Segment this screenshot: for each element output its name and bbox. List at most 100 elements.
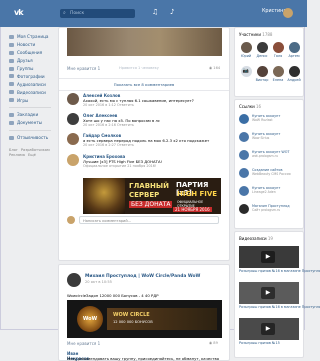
avatar[interactable] [67, 154, 79, 166]
friend-item[interactable]: Елена [271, 66, 285, 82]
video-thumbnail[interactable]: ▶ [239, 246, 299, 268]
likes-summary[interactable]: Нравится 1 человеку [119, 66, 159, 70]
avatar[interactable] [272, 42, 284, 53]
friend-item[interactable]: Денис [255, 42, 269, 58]
post-image[interactable]: WoW WOW CIRCLE 12 000 000 БОНУСОВ [67, 300, 222, 338]
comment-meta[interactable]: 20 окт 2016 в 1:12 Ответить [83, 103, 134, 107]
avatar[interactable] [67, 113, 79, 125]
link-subtitle: WebBeauty CMS Россия [252, 172, 291, 176]
video-thumbnail[interactable]: ▶ [239, 318, 299, 340]
friend-item[interactable]: Юрий [239, 42, 253, 58]
avatar[interactable] [256, 42, 268, 53]
banner-line: БЕЗ ДОНАТА [129, 201, 173, 208]
group-avatar[interactable] [239, 132, 249, 142]
link-item[interactable]: Создание сайтов WebBeauty CMS Россия [239, 168, 301, 182]
music-icon[interactable]: ♪ [170, 8, 174, 16]
friend-name[interactable]: Артем [287, 54, 301, 58]
ad-banner[interactable]: ГЛАВНЫЙ СЕРВЕР БЕЗ ДОНАТА ПАРТИЯ [x3] HI… [83, 178, 221, 214]
views-value: 89 [213, 341, 218, 345]
sidebar-item-video[interactable]: Видеозаписи [9, 88, 55, 96]
sidebar-item-news[interactable]: Новости [9, 41, 55, 49]
group-avatar[interactable] [239, 114, 249, 124]
vk-logo[interactable]: vk [14, 8, 27, 18]
block-title[interactable]: Ссылки 16 [239, 104, 261, 109]
group-avatar[interactable] [239, 150, 249, 160]
sidebar-item-audio[interactable]: Аудиозаписи [9, 80, 55, 88]
sidebar-item-home[interactable]: Моя Страница [9, 33, 55, 41]
like-button[interactable]: Мне нравится 1 [67, 341, 100, 346]
comment-input[interactable]: Написать комментарий... [79, 216, 219, 224]
footer-link[interactable]: Реклама [9, 153, 25, 158]
sidebar-item-docs[interactable]: Документы [9, 119, 55, 127]
link-item[interactable]: Купить аккаунт WOT wot.prologsm.ru [239, 150, 301, 164]
avatar[interactable] [67, 273, 81, 287]
avatar[interactable] [288, 66, 300, 77]
friend-name[interactable]: Елена [271, 78, 285, 82]
post-text: WowcircleЗадон 12000 000 Бонусов - 4 40 … [67, 293, 159, 298]
friend-name[interactable]: Галя [271, 54, 285, 58]
post-author[interactable]: Михаил Проступлод | WoW Circle/Panda WoW [85, 274, 200, 279]
avatar[interactable] [240, 42, 252, 53]
news-icon [9, 42, 14, 47]
sidebar-item-friends[interactable]: Друзья [9, 57, 55, 65]
bell-icon[interactable]: ♫ [152, 8, 158, 16]
post-time[interactable]: 20 окт в 10:55 [85, 280, 112, 284]
footer-link[interactable]: Ещё [28, 153, 36, 158]
post-card: Михаил Проступлод | WoW Circle/Panda WoW… [58, 264, 230, 361]
show-comments-button[interactable]: Показать все 8 комментариев [59, 78, 229, 91]
link-item[interactable]: Купить аккаунт Wow Sirius [239, 132, 301, 146]
avatar[interactable] [272, 66, 284, 77]
avatar[interactable] [283, 8, 293, 18]
play-icon[interactable]: ▶ [261, 323, 275, 335]
avatar[interactable] [256, 66, 268, 77]
friend-item[interactable]: 📷 [239, 66, 253, 78]
play-icon[interactable]: ▶ [261, 251, 275, 263]
friend-item[interactable]: Андрей [287, 66, 301, 82]
block-title[interactable]: Видеозаписи 19 [239, 236, 273, 241]
avatar[interactable] [67, 133, 79, 145]
block-title[interactable]: Участники 1788 [239, 32, 272, 37]
sidebar-item-heart[interactable]: Отзывчивость [9, 134, 55, 142]
video-icon [9, 90, 14, 95]
sidebar-item-groups[interactable]: Группы [9, 65, 55, 73]
friend-name[interactable]: Андрей [287, 78, 301, 82]
video-item[interactable]: ▶ Розыгрыш призов №16 в магазине Проступл… [239, 282, 320, 309]
friend-item[interactable]: Виктор [255, 66, 269, 82]
video-caption[interactable]: Розыгрыш призов №15 [239, 341, 299, 345]
sidebar-item-bookmark[interactable]: Закладки [9, 111, 55, 119]
friend-name[interactable]: Виктор [255, 78, 269, 82]
video-item[interactable]: ▶ Розыгрыш призов №16 в магазине Проступл… [239, 246, 320, 273]
friend-item[interactable]: Галя [271, 42, 285, 58]
video-thumbnail[interactable]: ▶ [239, 282, 299, 304]
group-avatar[interactable] [239, 186, 249, 196]
group-avatar[interactable] [239, 168, 249, 178]
sidebar-item-games[interactable]: Игры [9, 96, 55, 104]
bookmark-icon [9, 112, 14, 117]
friend-name[interactable]: Юрий [239, 54, 253, 58]
sidebar-item-label: Моя Страница [17, 34, 49, 40]
like-button[interactable]: Мне нравится 1 [67, 66, 100, 71]
sidebar-item-message[interactable]: Сообщения [9, 49, 55, 57]
link-item[interactable]: Магазин Проступлод Сайт prologsm.ru [239, 204, 301, 218]
friend-item[interactable]: Артем [287, 42, 301, 58]
sidebar-item-photo[interactable]: Фотографии [9, 72, 55, 80]
banner-line: ГЛАВНЫЙ [129, 182, 169, 190]
video-caption[interactable]: Розыгрыш призов №16 в магазине Проступло… [239, 305, 320, 309]
post-banner: WOW CIRCLE 12 000 000 БОНУСОВ [107, 308, 217, 330]
avatar[interactable]: 📷 [240, 66, 252, 77]
views-value: 164 [213, 66, 221, 70]
link-item[interactable]: Купить аккаунт WoW Ruzlast [239, 114, 301, 128]
play-icon[interactable]: ▶ [261, 287, 275, 299]
comment-meta[interactable]: 20 окт 2016 в 2:27 Ответить [83, 143, 134, 147]
search-input[interactable]: ⌕ Поиск [60, 9, 135, 18]
friend-name[interactable]: Денис [255, 54, 269, 58]
comment-meta[interactable]: 20 окт 2016 в 2:16 Ответить [83, 123, 134, 127]
sidebar-item-label: Закладки [17, 112, 39, 118]
avatar[interactable] [67, 93, 79, 105]
link-item[interactable]: Купить аккаунт Lineage2 Aden [239, 186, 301, 200]
post-photo[interactable] [67, 28, 222, 56]
avatar[interactable] [288, 42, 300, 53]
comment-meta[interactable]: Официальное открытие 21 ноября 2016! [83, 164, 156, 168]
group-avatar[interactable] [239, 204, 249, 214]
video-caption[interactable]: Розыгрыш призов №16 в магазине Проступло… [239, 269, 320, 273]
